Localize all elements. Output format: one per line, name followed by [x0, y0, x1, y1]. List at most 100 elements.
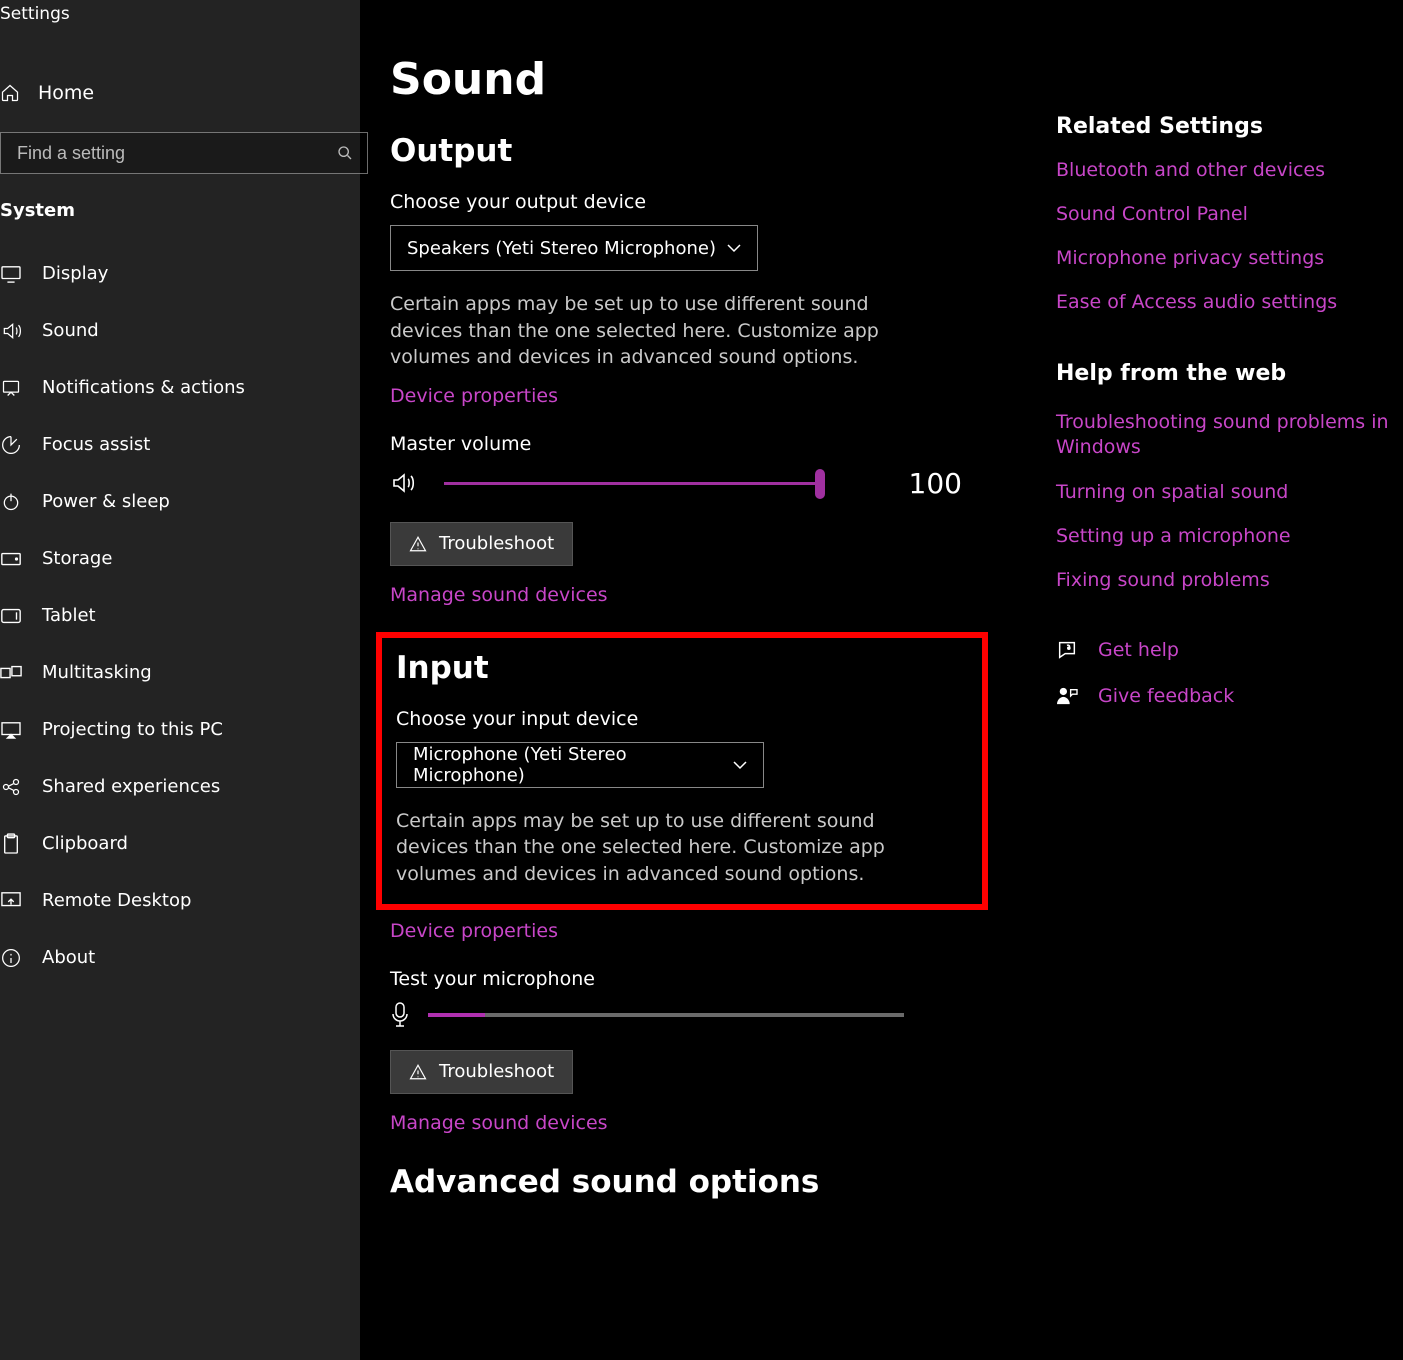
output-device-value: Speakers (Yeti Stereo Microphone) [407, 238, 716, 259]
help-link-setup-mic[interactable]: Setting up a microphone [1056, 525, 1396, 547]
test-mic-label: Test your microphone [390, 968, 1110, 990]
related-heading: Related Settings [1056, 114, 1396, 139]
input-device-dropdown[interactable]: Microphone (Yeti Stereo Microphone) [396, 742, 764, 788]
sidebar-home-label: Home [38, 82, 94, 104]
sidebar-nav: Display Sound Notifications & actions Fo… [0, 245, 360, 986]
about-icon [0, 948, 22, 968]
input-device-properties-link[interactable]: Device properties [390, 920, 1110, 942]
page-title: Sound [390, 54, 1110, 105]
related-link-bluetooth[interactable]: Bluetooth and other devices [1056, 159, 1396, 181]
sidebar: Settings Home System Display Sound Notif… [0, 0, 360, 1360]
tablet-icon [0, 607, 22, 625]
sidebar-item-display[interactable]: Display [0, 245, 360, 302]
sidebar-item-shared[interactable]: Shared experiences [0, 758, 360, 815]
feedback-link[interactable]: Give feedback [1056, 685, 1396, 707]
troubleshoot-label: Troubleshoot [439, 533, 554, 554]
get-help-link[interactable]: Get help [1056, 639, 1396, 661]
search-icon [337, 145, 353, 161]
window-title: Settings [0, 0, 360, 24]
input-manage-link[interactable]: Manage sound devices [390, 1112, 1110, 1134]
clipboard-icon [0, 833, 22, 855]
help-icon [1056, 639, 1078, 661]
related-panel: Related Settings Bluetooth and other dev… [1056, 114, 1396, 731]
sidebar-item-multitasking[interactable]: Multitasking [0, 644, 360, 701]
volume-value: 100 [882, 467, 962, 500]
output-manage-link[interactable]: Manage sound devices [390, 584, 1110, 606]
sidebar-item-remote[interactable]: Remote Desktop [0, 872, 360, 929]
sidebar-item-label: Projecting to this PC [42, 719, 223, 740]
feedback-icon [1056, 686, 1078, 706]
notifications-icon [0, 378, 22, 398]
storage-icon [0, 551, 22, 567]
output-choose-label: Choose your output device [390, 191, 1110, 213]
display-icon [0, 265, 22, 283]
warning-icon [409, 535, 427, 553]
get-help-label: Get help [1098, 639, 1179, 661]
sidebar-item-label: Power & sleep [42, 491, 170, 512]
multitasking-icon [0, 664, 22, 682]
chevron-down-icon [733, 760, 747, 770]
projecting-icon [0, 721, 22, 739]
help-link-spatial[interactable]: Turning on spatial sound [1056, 481, 1396, 503]
help-heading: Help from the web [1056, 361, 1396, 386]
sidebar-item-sound[interactable]: Sound [0, 302, 360, 359]
sidebar-home[interactable]: Home [0, 60, 360, 126]
output-troubleshoot-button[interactable]: Troubleshoot [390, 522, 573, 566]
shared-icon [0, 777, 22, 797]
sidebar-item-power[interactable]: Power & sleep [0, 473, 360, 530]
sidebar-item-label: Tablet [42, 605, 96, 626]
sidebar-item-label: Sound [42, 320, 99, 341]
sidebar-item-tablet[interactable]: Tablet [0, 587, 360, 644]
search-input[interactable] [15, 142, 299, 165]
volume-slider[interactable] [444, 482, 820, 485]
mic-level-row [390, 1002, 1110, 1028]
sidebar-item-label: Shared experiences [42, 776, 220, 797]
input-device-value: Microphone (Yeti Stereo Microphone) [413, 744, 733, 786]
sound-icon [0, 321, 22, 341]
microphone-icon [390, 1002, 410, 1028]
sidebar-category: System [0, 200, 360, 221]
volume-slider-row: 100 [390, 467, 1110, 500]
sidebar-item-label: Clipboard [42, 833, 128, 854]
advanced-heading: Advanced sound options [390, 1164, 1110, 1200]
troubleshoot-label: Troubleshoot [439, 1061, 554, 1082]
help-link-troubleshoot[interactable]: Troubleshooting sound problems in Window… [1056, 410, 1396, 459]
mic-level-meter [428, 1013, 904, 1017]
output-device-dropdown[interactable]: Speakers (Yeti Stereo Microphone) [390, 225, 758, 271]
sidebar-item-label: About [42, 947, 95, 968]
chevron-down-icon [727, 243, 741, 253]
remote-icon [0, 891, 22, 911]
output-desc: Certain apps may be set up to use differ… [390, 291, 930, 371]
input-section-highlight: Input Choose your input device Microphon… [376, 632, 988, 910]
sidebar-item-label: Display [42, 263, 108, 284]
search-box[interactable] [0, 132, 368, 174]
output-heading: Output [390, 133, 1110, 169]
sidebar-item-focus[interactable]: Focus assist [0, 416, 360, 473]
home-icon [0, 83, 20, 103]
output-device-properties-link[interactable]: Device properties [390, 385, 1110, 407]
sidebar-item-label: Storage [42, 548, 112, 569]
sidebar-item-label: Remote Desktop [42, 890, 191, 911]
sidebar-item-storage[interactable]: Storage [0, 530, 360, 587]
related-link-ease-audio[interactable]: Ease of Access audio settings [1056, 291, 1396, 313]
related-link-sound-control[interactable]: Sound Control Panel [1056, 203, 1396, 225]
sidebar-item-about[interactable]: About [0, 929, 360, 986]
master-volume-label: Master volume [390, 433, 1110, 455]
volume-icon[interactable] [390, 471, 416, 495]
sidebar-item-label: Multitasking [42, 662, 152, 683]
sidebar-item-notifications[interactable]: Notifications & actions [0, 359, 360, 416]
related-link-mic-privacy[interactable]: Microphone privacy settings [1056, 247, 1396, 269]
feedback-label: Give feedback [1098, 685, 1234, 707]
input-troubleshoot-button[interactable]: Troubleshoot [390, 1050, 573, 1094]
sidebar-item-clipboard[interactable]: Clipboard [0, 815, 360, 872]
power-icon [0, 492, 22, 512]
focus-icon [0, 435, 22, 455]
sidebar-item-label: Focus assist [42, 434, 150, 455]
input-desc: Certain apps may be set up to use differ… [396, 808, 936, 888]
sidebar-item-projecting[interactable]: Projecting to this PC [0, 701, 360, 758]
help-link-fix-sound[interactable]: Fixing sound problems [1056, 569, 1396, 591]
sidebar-item-label: Notifications & actions [42, 377, 245, 398]
warning-icon [409, 1063, 427, 1081]
main-content: Sound Output Choose your output device S… [390, 0, 1110, 1360]
input-choose-label: Choose your input device [396, 708, 974, 730]
